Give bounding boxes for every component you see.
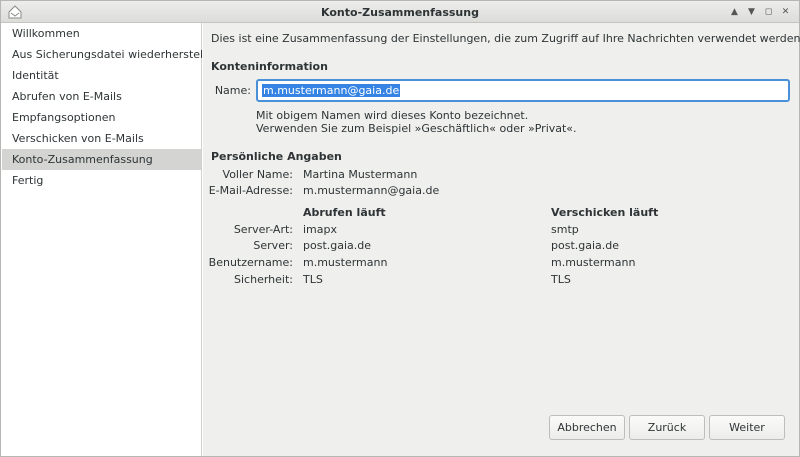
name-label: Name: bbox=[214, 84, 251, 97]
server-incoming: post.gaia.de bbox=[303, 239, 372, 252]
server-type-outgoing: smtp bbox=[551, 223, 579, 236]
personal-heading: Persönliche Angaben bbox=[211, 150, 342, 163]
security-label: Sicherheit: bbox=[234, 273, 293, 286]
summary-panel: Dies ist eine Zusammenfassung der Einste… bbox=[203, 23, 800, 456]
assistant-window: Konto-Zusammenfassung ▲ ▼ ◻ ✕ Willkommen… bbox=[0, 0, 800, 457]
sidebar-item-identity[interactable]: Identität bbox=[2, 65, 201, 86]
titlebar[interactable]: Konto-Zusammenfassung ▲ ▼ ◻ ✕ bbox=[1, 1, 799, 23]
security-outgoing: TLS bbox=[551, 273, 571, 286]
next-button[interactable]: Weiter bbox=[709, 415, 785, 440]
fullname-label: Voller Name: bbox=[222, 168, 293, 181]
name-hint-line1: Mit obigem Namen wird dieses Konto bezei… bbox=[256, 109, 529, 122]
username-incoming: m.mustermann bbox=[303, 256, 388, 269]
shade-up-icon[interactable]: ▲ bbox=[727, 5, 742, 19]
server-label: Server: bbox=[253, 239, 293, 252]
minimize-icon[interactable]: ▼ bbox=[744, 5, 759, 19]
server-type-incoming: imapx bbox=[303, 223, 338, 236]
close-icon[interactable]: ✕ bbox=[778, 5, 793, 19]
cancel-button[interactable]: Abbrechen bbox=[549, 415, 625, 440]
name-input[interactable]: m.mustermann@gaia.de bbox=[256, 79, 790, 102]
username-label: Benutzername: bbox=[208, 256, 293, 269]
sidebar-item-summary[interactable]: Konto-Zusammenfassung bbox=[2, 149, 201, 170]
incoming-column-heading: Abrufen läuft bbox=[303, 206, 386, 219]
username-outgoing: m.mustermann bbox=[551, 256, 636, 269]
security-incoming: TLS bbox=[303, 273, 323, 286]
account-info-heading: Konteninformation bbox=[211, 60, 328, 73]
maximize-icon[interactable]: ◻ bbox=[761, 5, 776, 19]
fullname-value: Martina Mustermann bbox=[303, 168, 418, 181]
email-value: m.mustermann@gaia.de bbox=[303, 184, 440, 197]
intro-text: Dies ist eine Zusammenfassung der Einste… bbox=[211, 32, 800, 45]
sidebar-item-willkommen[interactable]: Willkommen bbox=[2, 23, 201, 44]
server-outgoing: post.gaia.de bbox=[551, 239, 620, 252]
window-controls: ▲ ▼ ◻ ✕ bbox=[727, 5, 793, 19]
name-input-value: m.mustermann@gaia.de bbox=[262, 84, 401, 97]
window-title: Konto-Zusammenfassung bbox=[321, 6, 479, 19]
sidebar-item-done[interactable]: Fertig bbox=[2, 170, 201, 191]
server-type-label: Server-Art: bbox=[233, 223, 293, 236]
name-hint-line2: Verwenden Sie zum Beispiel »Geschäftlich… bbox=[256, 122, 577, 135]
sidebar-item-sending[interactable]: Verschicken von E-Mails bbox=[2, 128, 201, 149]
sidebar-item-restore[interactable]: Aus Sicherungsdatei wiederherstellen bbox=[2, 44, 220, 65]
outgoing-column-heading: Verschicken läuft bbox=[551, 206, 659, 219]
sidebar-item-receive-options[interactable]: Empfangsoptionen bbox=[2, 107, 201, 128]
email-label: E-Mail-Adresse: bbox=[208, 184, 293, 197]
back-button[interactable]: Zurück bbox=[629, 415, 705, 440]
